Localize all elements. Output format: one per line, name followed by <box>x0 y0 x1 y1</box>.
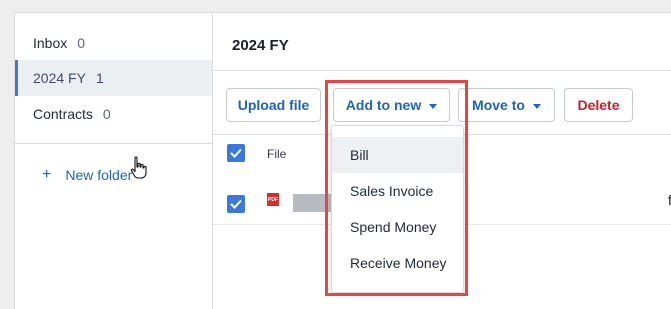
delete-button[interactable]: Delete <box>564 88 633 122</box>
move-to-button[interactable]: Move to <box>458 88 555 122</box>
checkmark-icon <box>230 148 242 158</box>
sidebar: Inbox 0 2024 FY 1 Contracts 0 + New fold… <box>15 13 213 309</box>
folder-contracts[interactable]: Contracts 0 <box>15 96 212 132</box>
folder-label: Contracts <box>33 106 93 122</box>
plus-icon: + <box>42 166 52 183</box>
hand-cursor-icon <box>130 156 147 179</box>
highlight-annotation <box>325 80 468 296</box>
folder-inbox[interactable]: Inbox 0 <box>15 25 212 61</box>
file-column-header: File <box>267 147 287 161</box>
upload-file-button[interactable]: Upload file <box>226 88 321 122</box>
new-folder-button[interactable]: + New folder <box>42 166 133 184</box>
row-checkbox[interactable] <box>227 195 245 213</box>
select-all-checkbox[interactable] <box>227 144 245 162</box>
sidebar-divider <box>15 143 212 144</box>
caret-down-icon <box>532 103 541 109</box>
folder-2024-fy[interactable]: 2024 FY 1 <box>15 60 212 96</box>
checkmark-icon <box>230 199 242 209</box>
page-title: 2024 FY <box>232 37 289 54</box>
move-to-label: Move to <box>472 97 525 113</box>
delete-label: Delete <box>577 97 620 113</box>
folder-count: 1 <box>95 70 104 86</box>
folder-label: Inbox <box>33 35 68 51</box>
folder-label: 2024 FY <box>33 70 86 86</box>
upload-file-label: Upload file <box>237 97 310 113</box>
folder-count: 0 <box>77 35 86 51</box>
header-divider <box>213 70 671 71</box>
new-folder-label: New folder <box>65 167 133 183</box>
folder-count: 0 <box>102 106 111 122</box>
pdf-file-icon: PDF <box>267 193 279 206</box>
